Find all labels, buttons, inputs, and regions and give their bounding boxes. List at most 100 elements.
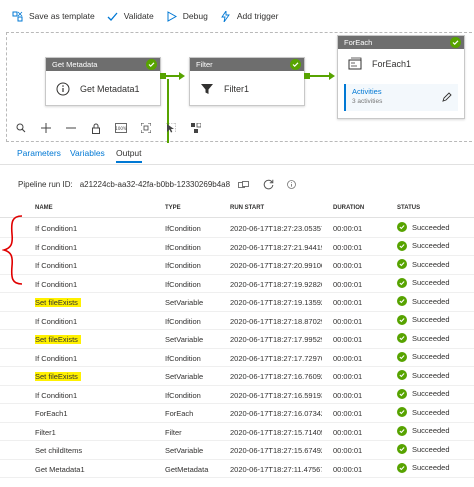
table-row[interactable]: If Condition1 IfCondition 2020-06-17T18:27… <box>0 312 474 330</box>
select-icon[interactable] <box>164 121 178 135</box>
filter-icon <box>200 82 214 96</box>
success-check-icon <box>397 296 407 306</box>
cell-duration: 00:00:01 <box>333 446 363 455</box>
foreach-activities-panel[interactable]: Activities 3 activities <box>344 84 458 111</box>
success-check-icon <box>450 37 461 48</box>
column-header-type[interactable]: TYPE <box>165 205 181 211</box>
table-row[interactable]: Set fileExists SetVariable 2020-06-17T18:2… <box>0 330 474 349</box>
fit-to-screen-icon[interactable] <box>139 121 153 135</box>
connector-arrow-icon <box>329 72 335 80</box>
cell-activity-name[interactable]: Get Metadata1 <box>35 465 155 474</box>
tab-parameters[interactable]: Parameters <box>17 148 61 158</box>
table-row[interactable]: If Condition1 IfCondition 2020-06-17T18:27… <box>0 256 474 275</box>
activity-filter[interactable]: Filter Filter1 <box>189 57 305 106</box>
status-text: Succeeded <box>412 296 450 306</box>
status-text: Succeeded <box>412 389 450 398</box>
table-row[interactable]: Filter1 Filter 2020-06-17T18:27:15.714052 0… <box>0 423 474 441</box>
activity-name-text: If Condition1 <box>35 353 78 363</box>
activity-name: Filter1 <box>224 83 250 94</box>
save-as-template-label: Save as template <box>29 11 95 21</box>
status-text: Succeeded <box>412 241 450 250</box>
success-check-icon <box>290 59 301 70</box>
cell-activity-name[interactable]: If Condition1 <box>35 261 155 270</box>
cell-activity-type: Filter <box>165 427 182 437</box>
cell-activity-name[interactable]: Set fileExists <box>35 372 155 381</box>
cell-duration: 00:00:01 <box>333 335 363 344</box>
run-id-value: a21224cb-aa32-42fa-b0bb-12330269b4a8 <box>79 180 231 189</box>
success-check-icon <box>397 259 407 269</box>
connector-arrow-icon <box>179 72 185 80</box>
table-row[interactable]: Set fileExists SetVariable 2020-06-17T18:2… <box>0 367 474 386</box>
cell-activity-name[interactable]: If Condition1 <box>35 280 155 289</box>
cell-activity-name[interactable]: If Condition1 <box>35 224 155 233</box>
activity-name-text: Filter1 <box>35 427 56 437</box>
table-row[interactable]: If Condition1 IfCondition 2020-06-17T18:27… <box>0 386 474 404</box>
activity-name-text: If Condition1 <box>35 242 78 252</box>
cell-duration: 00:00:01 <box>333 261 363 270</box>
cell-run-start: 2020-06-17T18:27:17.995292 <box>230 335 322 344</box>
activity-name-text: Set childItems <box>35 446 83 455</box>
cell-run-start: 2020-06-17T18:27:16.591935 <box>230 390 322 400</box>
cell-run-start: 2020-06-17T18:27:15.674921 <box>230 446 322 455</box>
lock-icon[interactable] <box>89 121 103 135</box>
add-trigger-button[interactable]: Add trigger <box>220 10 278 22</box>
validate-button[interactable]: Validate <box>107 11 154 22</box>
table-row[interactable]: Set childItems SetVariable 2020-06-17T18:2… <box>0 441 474 460</box>
cell-activity-name[interactable]: Set childItems <box>35 446 155 455</box>
auto-align-icon[interactable] <box>189 121 203 135</box>
table-row[interactable]: If Condition1 IfCondition 2020-06-17T18:27… <box>0 275 474 293</box>
cell-activity-type: SetVariable <box>165 446 204 455</box>
cell-duration: 00:00:01 <box>333 279 363 289</box>
zoom-out-icon[interactable] <box>64 121 78 135</box>
save-as-template-button[interactable]: Save as template <box>12 11 95 22</box>
copy-icon[interactable] <box>238 180 249 189</box>
cell-activity-name[interactable]: If Condition1 <box>35 354 155 363</box>
table-row[interactable]: If Condition1 IfCondition 2020-06-17T18:27… <box>0 238 474 256</box>
pencil-icon[interactable] <box>442 92 452 104</box>
table-row[interactable]: If Condition1 IfCondition 2020-06-17T18:27… <box>0 349 474 367</box>
tab-output[interactable]: Output <box>116 148 142 163</box>
activity-body: Filter1 <box>190 71 304 106</box>
cell-status: Succeeded <box>397 259 472 269</box>
debug-button[interactable]: Debug <box>166 10 208 22</box>
search-icon[interactable] <box>14 121 28 135</box>
activity-foreach[interactable]: ForEach ForEach1 Activities 3 activities <box>337 35 465 119</box>
activities-title: Activities <box>352 87 382 96</box>
status-text: Succeeded <box>412 444 450 454</box>
table-row[interactable]: Get Metadata1 GetMetadata 2020-06-17T18:27… <box>0 460 474 478</box>
refresh-icon[interactable] <box>263 179 274 190</box>
cell-activity-type: IfCondition <box>165 316 201 326</box>
zoom-100-icon[interactable]: 100% <box>114 121 128 135</box>
success-check-icon <box>397 333 407 343</box>
column-header-duration[interactable]: DURATION <box>333 205 364 211</box>
cell-activity-name[interactable]: Set fileExists <box>35 298 155 307</box>
cell-activity-name[interactable]: Set fileExists <box>35 335 155 344</box>
column-header-status[interactable]: STATUS <box>397 205 420 211</box>
table-row[interactable]: Set fileExists SetVariable 2020-06-17T18:2… <box>0 293 474 312</box>
cell-run-start: 2020-06-17T18:27:17.729702 <box>230 353 322 363</box>
cell-activity-name[interactable]: Filter1 <box>35 428 155 437</box>
lightning-icon <box>220 10 231 22</box>
cell-activity-name[interactable]: ForEach1 <box>35 409 155 418</box>
zoom-in-icon[interactable] <box>39 121 53 135</box>
table-row[interactable]: ForEach1 ForEach 2020-06-17T18:27:16.07342… <box>0 404 474 423</box>
column-header-name[interactable]: NAME <box>35 205 53 211</box>
table-row[interactable]: If Condition1 IfCondition 2020-06-17T18:27… <box>0 219 474 238</box>
cell-activity-name[interactable]: If Condition1 <box>35 243 155 252</box>
cell-activity-name[interactable]: If Condition1 <box>35 391 155 400</box>
success-check-icon <box>397 444 407 454</box>
cell-status: Succeeded <box>397 222 472 232</box>
status-text: Succeeded <box>412 426 450 435</box>
activity-name-text: If Condition1 <box>35 261 78 270</box>
tab-variables[interactable]: Variables <box>70 148 105 158</box>
info-icon[interactable] <box>287 180 296 189</box>
activity-get-metadata[interactable]: Get Metadata Get Metadata1 <box>45 57 161 106</box>
cell-duration: 00:00:01 <box>333 224 363 233</box>
cell-status: Succeeded <box>397 444 472 454</box>
cell-status: Succeeded <box>397 388 472 399</box>
cell-activity-name[interactable]: If Condition1 <box>35 317 155 326</box>
cell-duration: 00:00:01 <box>333 242 363 252</box>
column-header-run-start[interactable]: RUN START <box>230 205 264 211</box>
cell-activity-type: SetVariable <box>165 372 204 381</box>
cell-status: Succeeded <box>397 462 472 473</box>
